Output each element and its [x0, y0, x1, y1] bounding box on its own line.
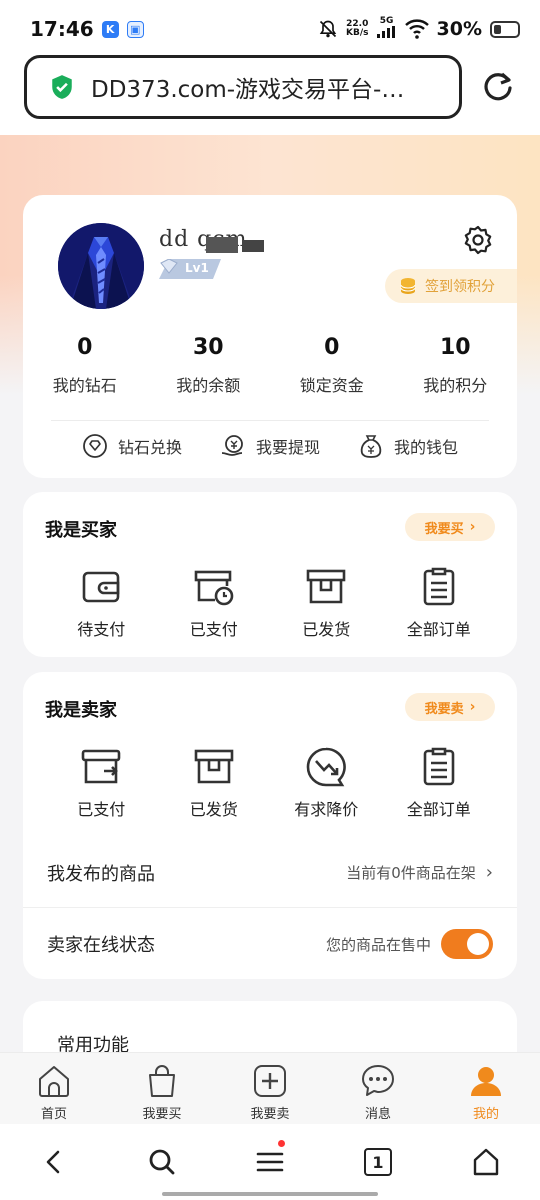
order-list-icon	[423, 567, 455, 606]
divider	[51, 420, 489, 421]
seller-title: 我是卖家	[45, 700, 117, 721]
online-status-text: 您的商品在售中	[325, 935, 431, 954]
price-down-chat-icon	[306, 747, 347, 787]
seller-paid[interactable]: 已支付	[45, 746, 158, 820]
wallet-bag-icon	[360, 435, 382, 458]
browser-home-button[interactable]	[432, 1124, 540, 1200]
stat-diamond[interactable]: 0 我的钻石	[23, 335, 147, 396]
app-k-icon: K	[101, 20, 119, 38]
avatar[interactable]	[58, 223, 144, 309]
wifi-icon	[404, 19, 429, 39]
online-status-toggle[interactable]	[441, 929, 493, 959]
coin-stack-icon	[400, 278, 416, 294]
withdraw-button[interactable]: 我要提现	[220, 433, 320, 459]
redaction-mark	[242, 240, 264, 252]
page-content: dd qcm Lv1 签到领积分 0 我的钻石 30 我的余额 0 锁定资金 10 我的…	[0, 135, 540, 1055]
tab-sell[interactable]: 我要卖	[216, 1053, 324, 1124]
common-functions-card: 常用功能	[23, 1001, 517, 1055]
gesture-home-bar[interactable]	[162, 1192, 378, 1196]
diamond-exchange-icon	[83, 434, 107, 458]
buyer-order-grid: 待支付 已支付 已发货 全部订单	[45, 566, 495, 640]
notification-dot	[278, 1140, 285, 1147]
wallet-button[interactable]: 我的钱包	[358, 433, 458, 459]
wallet-icon	[82, 571, 120, 603]
message-icon	[362, 1065, 394, 1096]
withdraw-icon	[221, 435, 243, 456]
seller-card: 我是卖家 我要卖 › 已支付 已发货 有求降价 全部订单 我发布的商品 当前有0件…	[23, 672, 517, 979]
published-goods-label: 我发布的商品	[47, 863, 155, 885]
buyer-paid[interactable]: 已支付	[158, 566, 271, 640]
toggle-knob	[467, 933, 489, 955]
buyer-title: 我是买家	[45, 520, 117, 541]
reload-icon[interactable]	[480, 70, 516, 106]
box-icon	[306, 569, 346, 604]
battery-percent: 30%	[436, 18, 482, 40]
search-icon	[149, 1149, 175, 1175]
tab-buy[interactable]: 我要买	[108, 1053, 216, 1124]
buyer-pending-payment[interactable]: 待支付	[45, 566, 158, 640]
quick-actions: 钻石兑换 我要提现 我的钱包	[23, 433, 517, 459]
stat-balance[interactable]: 30 我的余额	[147, 335, 271, 396]
buyer-card: 我是买家 我要买 › 待支付 已支付 已发货 全部订单	[23, 492, 517, 657]
net-speed: 22.0 KB/s	[346, 19, 369, 38]
tab-messages[interactable]: 消息	[324, 1053, 432, 1124]
buy-button[interactable]: 我要买 ›	[405, 513, 495, 541]
tab-count-icon: 1	[364, 1148, 392, 1176]
mute-bell-icon	[319, 20, 337, 38]
home-outline-icon	[473, 1148, 499, 1176]
seller-price-request[interactable]: 有求降价	[270, 746, 383, 820]
home-icon	[39, 1066, 69, 1097]
chevron-right-icon: ›	[469, 519, 476, 535]
signal-icon: 5G	[376, 17, 397, 41]
tab-mine[interactable]: 我的	[432, 1053, 540, 1124]
url-bar[interactable]: DD373.com-游戏交易平台-…	[24, 55, 462, 119]
add-icon	[254, 1065, 286, 1097]
browser-url-row: DD373.com-游戏交易平台-…	[0, 50, 540, 135]
secure-shield-icon	[52, 75, 72, 99]
url-title: DD373.com-游戏交易平台-…	[91, 77, 405, 103]
stat-locked-funds[interactable]: 0 锁定资金	[270, 335, 394, 396]
back-button[interactable]	[0, 1124, 108, 1200]
sell-button[interactable]: 我要卖 ›	[405, 693, 495, 721]
order-list-icon	[423, 747, 455, 786]
menu-icon	[256, 1152, 284, 1172]
tab-home[interactable]: 首页	[0, 1053, 108, 1124]
seller-all-orders[interactable]: 全部订单	[383, 746, 496, 820]
chevron-right-icon: ›	[485, 862, 493, 883]
menu-button[interactable]	[216, 1124, 324, 1200]
profile-icon	[471, 1067, 501, 1096]
redaction-mark	[206, 237, 238, 253]
paid-arrow-icon	[81, 749, 121, 784]
buyer-all-orders[interactable]: 全部订单	[383, 566, 496, 640]
browser-nav-bar: 1	[0, 1124, 540, 1200]
online-status-label: 卖家在线状态	[47, 935, 155, 956]
box-icon	[194, 749, 234, 784]
status-time: 17:46	[30, 17, 94, 41]
online-status-row: 卖家在线状态 您的商品在售中	[23, 909, 517, 979]
profile-card: dd qcm Lv1 签到领积分 0 我的钻石 30 我的余额 0 锁定资金 10 我的…	[23, 195, 517, 478]
signin-points-button[interactable]: 签到领积分	[385, 269, 517, 303]
back-arrow-icon	[46, 1150, 60, 1174]
level-badge: Lv1	[159, 259, 221, 279]
shopping-bag-icon	[149, 1065, 175, 1097]
seller-shipped[interactable]: 已发货	[158, 746, 271, 820]
diamond-exchange-button[interactable]: 钻石兑换	[82, 433, 182, 459]
stats-row: 0 我的钻石 30 我的余额 0 锁定资金 10 我的积分	[23, 335, 517, 396]
buyer-shipped[interactable]: 已发货	[270, 566, 383, 640]
settings-gear-icon[interactable]	[463, 225, 493, 255]
tabs-button[interactable]: 1	[324, 1124, 432, 1200]
stat-points[interactable]: 10 我的积分	[394, 335, 518, 396]
battery-icon	[490, 20, 520, 38]
seller-order-grid: 已支付 已发货 有求降价 全部订单	[45, 746, 495, 820]
search-button[interactable]	[108, 1124, 216, 1200]
chevron-right-icon: ›	[469, 699, 476, 715]
published-goods-count: 当前有0件商品在架	[346, 864, 476, 882]
bottom-tab-bar: 首页 我要买 我要卖 消息 我的	[0, 1052, 540, 1124]
paid-clock-icon	[194, 570, 234, 606]
app-notify-icon: ▣	[126, 20, 144, 38]
published-goods-row[interactable]: 我发布的商品 当前有0件商品在架 ›	[23, 838, 517, 908]
